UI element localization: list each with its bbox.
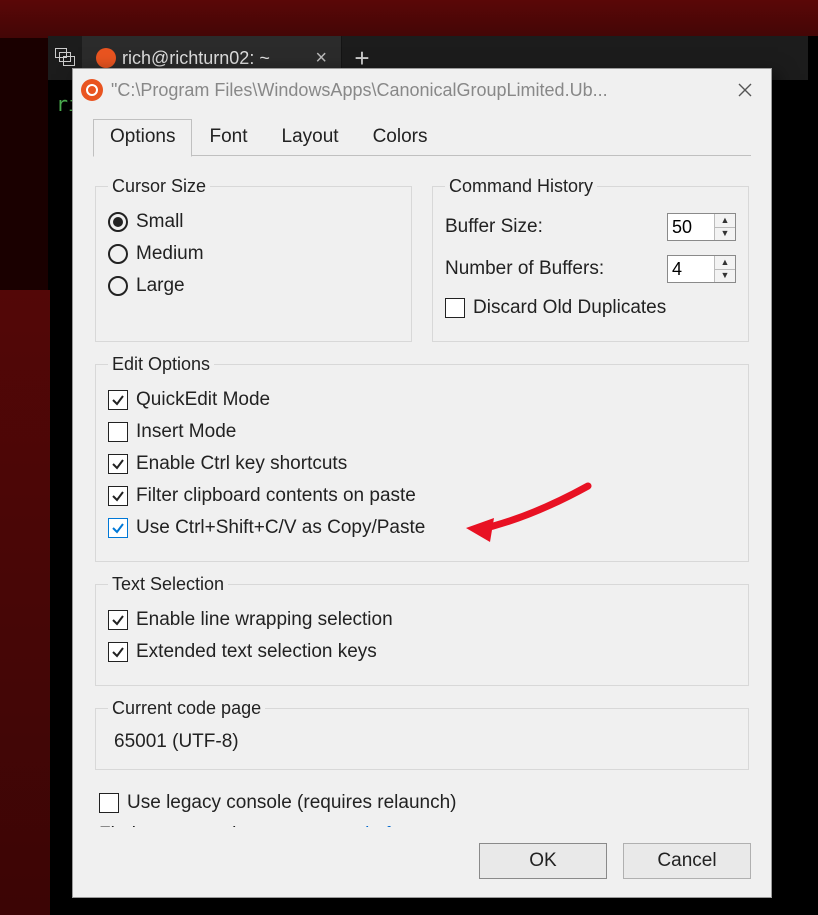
group-cursor-size: Cursor Size Small Medium Large	[95, 176, 412, 342]
radio-large[interactable]: Large	[108, 275, 399, 297]
num-buffers-spinner[interactable]: ▲ ▼	[667, 255, 736, 283]
checkbox-icon	[445, 298, 465, 318]
checkbox-icon	[108, 390, 128, 410]
check-extended-selection-keys[interactable]: Extended text selection keys	[108, 641, 736, 663]
console-properties-dialog: "C:\Program Files\WindowsApps\CanonicalG…	[72, 68, 772, 898]
checkbox-label: Extended text selection keys	[136, 641, 377, 663]
checkbox-label: Enable line wrapping selection	[136, 609, 393, 631]
check-ctrl-shift-copy-paste[interactable]: Use Ctrl+Shift+C/V as Copy/Paste	[108, 517, 736, 539]
spin-down-icon[interactable]: ▼	[715, 270, 735, 283]
radio-medium[interactable]: Medium	[108, 243, 399, 265]
checkbox-label: QuickEdit Mode	[136, 389, 270, 411]
radio-icon	[108, 276, 128, 296]
group-legend: Cursor Size	[108, 176, 210, 197]
group-legend: Edit Options	[108, 354, 214, 375]
group-text-selection: Text Selection Enable line wrapping sele…	[95, 574, 749, 686]
checkbox-icon	[108, 486, 128, 506]
checkbox-label: Use legacy console (requires relaunch)	[127, 792, 457, 814]
tab-strip: Options Font Layout Colors	[73, 119, 771, 156]
dialog-titlebar: "C:\Program Files\WindowsApps\CanonicalG…	[73, 69, 771, 111]
group-code-page: Current code page 65001 (UTF-8)	[95, 698, 749, 770]
tab-options[interactable]: Options	[93, 119, 192, 157]
dialog-button-row: OK Cancel	[73, 827, 771, 897]
close-icon[interactable]: ×	[315, 47, 327, 70]
checkbox-label: Enable Ctrl key shortcuts	[136, 453, 347, 475]
checkbox-label: Filter clipboard contents on paste	[136, 485, 416, 507]
check-filter-clipboard[interactable]: Filter clipboard contents on paste	[108, 485, 736, 507]
radio-label: Medium	[136, 243, 204, 265]
spin-down-icon[interactable]: ▼	[715, 228, 735, 241]
radio-small[interactable]: Small	[108, 211, 399, 233]
group-edit-options: Edit Options QuickEdit Mode Insert Mode …	[95, 354, 749, 562]
check-quickedit[interactable]: QuickEdit Mode	[108, 389, 736, 411]
check-line-wrap-selection[interactable]: Enable line wrapping selection	[108, 609, 736, 631]
checkbox-icon	[108, 454, 128, 474]
group-command-history: Command History Buffer Size: ▲ ▼ Number …	[432, 176, 749, 342]
discard-duplicates-checkbox[interactable]: Discard Old Duplicates	[445, 297, 736, 319]
buffer-size-spinner[interactable]: ▲ ▼	[667, 213, 736, 241]
cancel-button[interactable]: Cancel	[623, 843, 751, 879]
tab-font[interactable]: Font	[192, 119, 264, 156]
radio-icon	[108, 244, 128, 264]
code-page-value: 65001 (UTF-8)	[108, 729, 736, 757]
ok-button[interactable]: OK	[479, 843, 607, 879]
radio-label: Large	[136, 275, 185, 297]
buffer-size-input[interactable]	[668, 214, 714, 240]
num-buffers-input[interactable]	[668, 256, 714, 282]
ubuntu-icon	[81, 79, 103, 101]
check-insert-mode[interactable]: Insert Mode	[108, 421, 736, 443]
group-legend: Text Selection	[108, 574, 228, 595]
tab-layout[interactable]: Layout	[265, 119, 356, 156]
checkbox-label: Use Ctrl+Shift+C/V as Copy/Paste	[136, 517, 425, 539]
ubuntu-icon	[96, 48, 116, 68]
num-buffers-label: Number of Buffers:	[445, 258, 667, 280]
checkbox-icon	[108, 518, 128, 538]
check-ctrl-shortcuts[interactable]: Enable Ctrl key shortcuts	[108, 453, 736, 475]
spin-up-icon[interactable]: ▲	[715, 256, 735, 270]
buffer-size-label: Buffer Size:	[445, 216, 667, 238]
spin-up-icon[interactable]: ▲	[715, 214, 735, 228]
checkbox-icon	[99, 793, 119, 813]
checkbox-label: Discard Old Duplicates	[473, 297, 666, 319]
checkbox-icon	[108, 642, 128, 662]
group-legend: Command History	[445, 176, 597, 197]
radio-icon	[108, 212, 128, 232]
terminal-tab-title: rich@richturn02: ~	[122, 48, 270, 69]
tab-panel-options: Cursor Size Small Medium Large Command H…	[73, 156, 771, 827]
group-legend: Current code page	[108, 698, 265, 719]
window-list-icon[interactable]	[48, 48, 82, 68]
tab-colors[interactable]: Colors	[356, 119, 445, 156]
close-button[interactable]	[723, 69, 767, 111]
checkbox-label: Insert Mode	[136, 421, 236, 443]
checkbox-icon	[108, 610, 128, 630]
dialog-title: "C:\Program Files\WindowsApps\CanonicalG…	[111, 80, 723, 101]
radio-label: Small	[136, 211, 184, 233]
checkbox-icon	[108, 422, 128, 442]
check-legacy-console[interactable]: Use legacy console (requires relaunch)	[99, 792, 749, 814]
